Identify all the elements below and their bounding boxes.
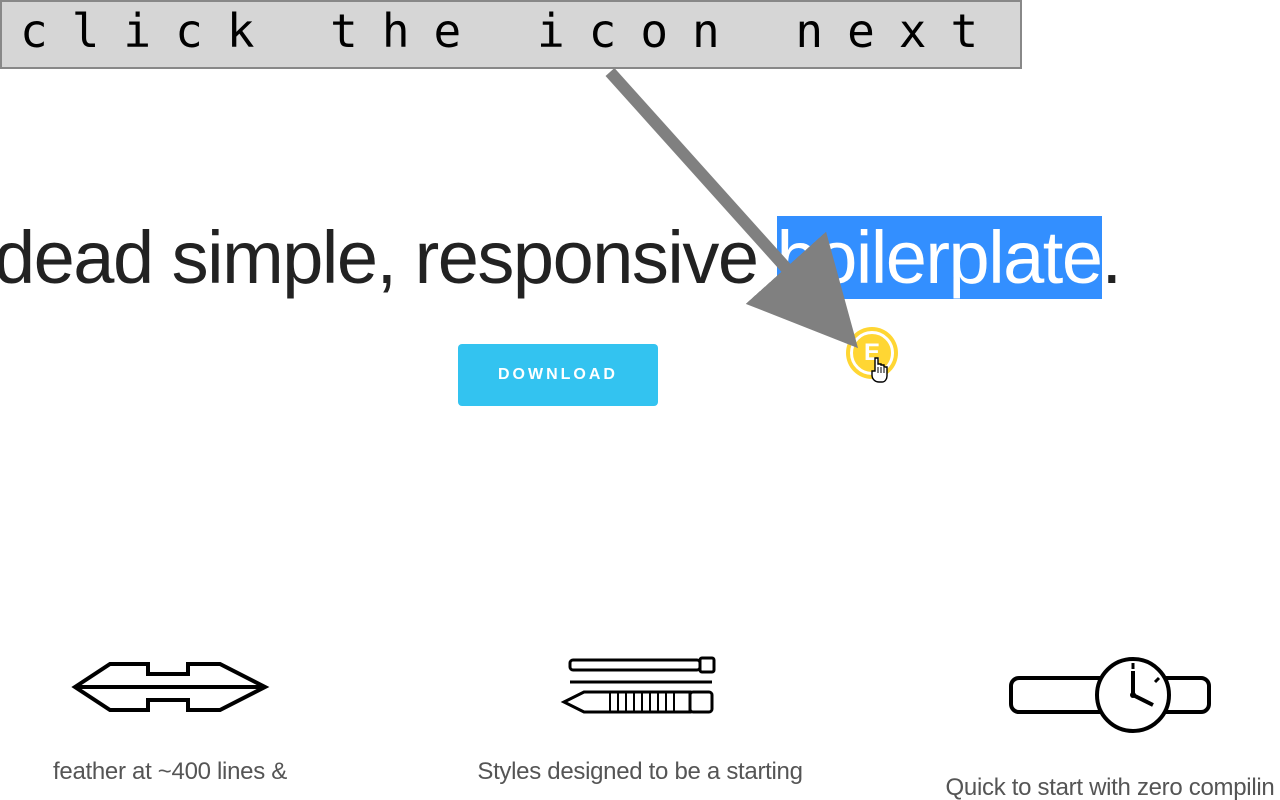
instruction-overlay: click the icon next xyxy=(0,0,1022,69)
hero-heading: dead simple, responsive boilerplate. xyxy=(0,215,1280,300)
feature-light: feather at ~400 lines & xyxy=(0,650,380,800)
feature-text: Quick to start with zero compilin xyxy=(900,774,1280,800)
feature-text: feather at ~400 lines & xyxy=(0,758,380,786)
watch-icon xyxy=(1005,650,1215,740)
feature-text: Styles designed to be a starting xyxy=(430,758,850,786)
download-button[interactable]: DOWNLOAD xyxy=(458,344,658,406)
features-row: feather at ~400 lines & Styles designed … xyxy=(0,650,1280,800)
feature-styles: Styles designed to be a starting xyxy=(430,650,850,800)
feature-quick: Quick to start with zero compilin xyxy=(900,650,1280,800)
e-badge-letter: E xyxy=(864,339,880,367)
download-wrap: DOWNLOAD xyxy=(0,344,1280,406)
feather-icon xyxy=(70,650,270,724)
instruction-text: click the icon next xyxy=(20,4,1002,58)
pens-icon xyxy=(550,650,730,724)
hero-suffix: . xyxy=(1102,216,1121,299)
hero-text: dead simple, responsive boilerplate. xyxy=(0,216,1121,299)
hero-highlight: boilerplate xyxy=(777,216,1102,299)
hero-prefix: dead simple, responsive xyxy=(0,216,777,299)
e-badge-icon[interactable]: E xyxy=(846,327,898,379)
